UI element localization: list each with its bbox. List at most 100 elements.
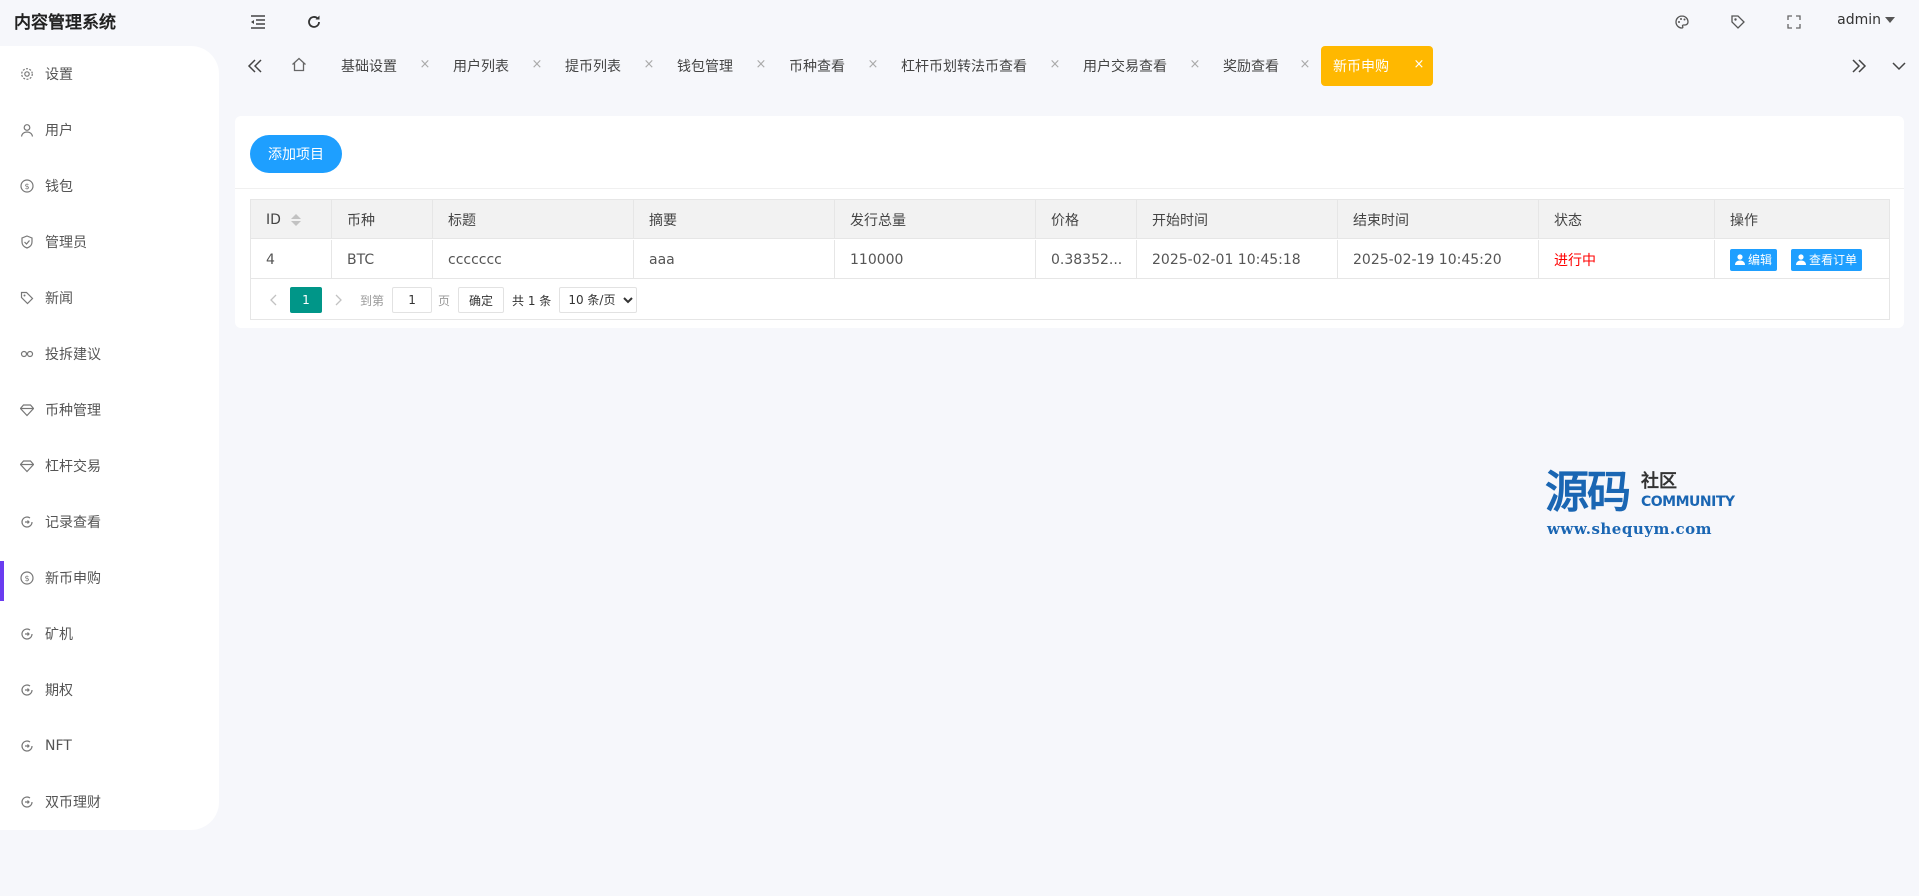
close-icon[interactable]: × [1413,57,1425,72]
sidebar-item-settings[interactable]: 设置 [0,54,219,94]
next-page-icon[interactable] [328,287,348,313]
sidebar-item-nft[interactable]: NFT [0,726,219,766]
tabs-dropdown-icon[interactable] [1879,44,1919,88]
tab-bar: 基础设置 × 用户列表 × 提币列表 × 钱包管理 × 币种查看 × 杠杆币划转… [235,44,1919,88]
page-input[interactable] [392,287,433,313]
header-status: 状态 [1539,200,1715,239]
watermark-small-text: 社区 [1641,471,1677,492]
sidebar-item-options[interactable]: 期权 [0,670,219,710]
total-count: 共 1 条 [512,293,552,308]
cell-title: ccccccc [433,240,634,279]
edit-button[interactable]: 编辑 [1730,248,1778,271]
header-end-time: 结束时间 [1338,200,1539,239]
close-icon[interactable]: × [1189,57,1201,72]
close-icon[interactable]: × [1299,57,1311,72]
sidebar-item-users[interactable]: 用户 [0,110,219,150]
close-icon[interactable]: × [419,57,431,72]
sidebar-item-wallet[interactable]: $ 钱包 [0,166,219,206]
prev-page-icon[interactable] [264,287,284,313]
user-icon [1735,254,1745,265]
sidebar-item-new-coin[interactable]: $ 新币申购 [0,558,219,598]
tab-label: 新币申购 [1333,59,1389,75]
tab-leverage-transfer[interactable]: 杠杆币划转法币查看 × [889,46,1069,86]
tab-home[interactable] [283,46,313,86]
close-icon[interactable]: × [867,57,879,72]
link-icon [20,347,34,361]
sidebar-item-coins[interactable]: 币种管理 [0,390,219,430]
tab-wallet-manage[interactable]: 钱包管理 × [665,46,775,86]
close-icon[interactable]: × [643,57,655,72]
cell-id: 4 [251,240,332,279]
view-orders-button[interactable]: 查看订单 [1791,248,1863,271]
sidebar-item-leverage[interactable]: 杠杆交易 [0,446,219,486]
sidebar-item-admins[interactable]: 管理员 [0,222,219,262]
watermark-big-text: 源码 [1545,467,1631,518]
view-orders-label: 查看订单 [1809,253,1858,267]
sidebar-item-label: 管理员 [45,235,87,251]
tag-icon[interactable] [1728,12,1748,32]
theme-palette-icon[interactable] [1672,12,1692,32]
watermark-community-text: COMMUNITY [1641,494,1735,510]
tab-label: 基础设置 [341,59,397,75]
tabs-scroll-left-icon[interactable] [235,44,275,88]
fullscreen-icon[interactable] [1784,12,1804,32]
header-actions: 操作 [1730,212,1758,229]
sidebar-item-records[interactable]: 记录查看 [0,502,219,542]
user-menu[interactable]: admin [1837,12,1895,28]
cell-end-time: 2025-02-19 10:45:20 [1338,240,1539,279]
tab-rewards[interactable]: 奖励查看 × [1211,46,1319,86]
tabs-scroll-right-icon[interactable] [1839,44,1879,88]
tab-withdraw-list[interactable]: 提币列表 × [553,46,663,86]
sidebar-item-dual-finance[interactable]: 双币理财 [0,782,219,822]
sidebar-item-label: NFT [45,738,72,754]
sidebar-item-label: 币种管理 [45,403,101,419]
sidebar-item-label: 杠杆交易 [45,459,101,475]
add-project-button[interactable]: 添加项目 [250,135,342,173]
tab-label: 用户交易查看 [1083,59,1167,75]
caret-down-icon [1885,17,1895,23]
tab-user-list[interactable]: 用户列表 × [441,46,551,86]
close-icon[interactable]: × [531,57,543,72]
confirm-page-button[interactable]: 确定 [458,287,505,313]
close-icon[interactable]: × [1049,57,1061,72]
circle-arrow-icon [20,515,34,529]
diamond-icon [20,403,34,417]
edit-label: 编辑 [1748,253,1773,267]
tab-label: 币种查看 [789,59,845,75]
sort-icon[interactable] [290,213,301,226]
menu-fold-icon[interactable] [248,12,268,32]
dollar-icon: $ [20,571,34,585]
tab-basic-settings[interactable]: 基础设置 × [329,46,439,86]
svg-text:$: $ [24,182,29,191]
app-title: 内容管理系统 [14,13,116,33]
dollar-icon: $ [20,179,34,193]
table-header-row: ID 币种 标题 摘要 发行总量 价格 开始时间 结束时间 状态 操作 [251,200,1889,239]
header-id[interactable]: ID [251,200,332,239]
sidebar-item-label: 设置 [45,67,73,83]
sidebar-item-label: 新闻 [45,291,73,307]
watermark-logo: 源码 社区 COMMUNITY www.shequym.com [1545,467,1745,539]
header-start-time: 开始时间 [1137,200,1338,239]
svg-text:$: $ [24,574,29,583]
sidebar-item-label: 记录查看 [45,515,101,531]
sidebar-item-feedback[interactable]: 投拆建议 [0,334,219,374]
sidebar-item-miner[interactable]: 矿机 [0,614,219,654]
page-size-select[interactable]: 10 条/页 [559,287,638,313]
refresh-icon[interactable] [304,12,324,32]
goto-label: 到第 [360,293,385,308]
watermark-url: www.shequym.com [1547,520,1713,538]
sidebar-item-label: 投拆建议 [45,347,101,363]
tab-coin-view[interactable]: 币种查看 × [777,46,887,86]
top-header: 内容管理系统 admin [0,0,1919,44]
sidebar-item-label: 双币理财 [45,795,101,811]
table-row: 4 BTC ccccccc aaa 110000 0.38352... 2025… [251,240,1889,279]
sidebar-item-label: 钱包 [45,179,73,195]
close-icon[interactable]: × [755,57,767,72]
current-page[interactable]: 1 [290,287,322,313]
status-badge: 进行中 [1539,240,1715,279]
tab-new-coin[interactable]: 新币申购 × [1321,46,1433,86]
sidebar: 设置 用户 $ 钱包 管理员 新闻 投拆建议 币种管理 杠杆交易 记录查看 $ … [0,46,219,830]
sidebar-item-news[interactable]: 新闻 [0,278,219,318]
user-icon [20,123,34,137]
tab-user-trades[interactable]: 用户交易查看 × [1071,46,1209,86]
